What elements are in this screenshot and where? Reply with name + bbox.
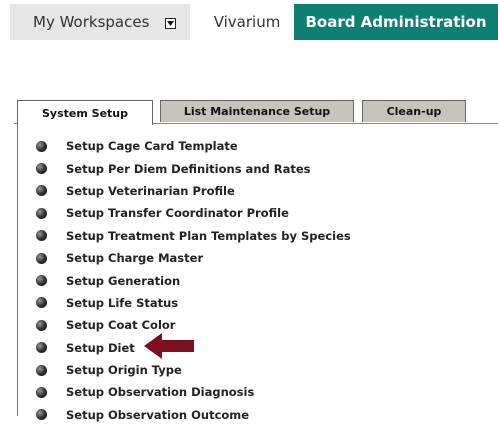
tab-system-setup[interactable]: System Setup <box>17 100 153 125</box>
menu-item-label: Setup Diet <box>66 340 135 355</box>
menu-item-label: Setup Per Diem Definitions and Rates <box>66 161 311 176</box>
my-workspaces-button[interactable]: My Workspaces <box>10 4 190 40</box>
menu-item-label: Setup Origin Type <box>66 363 182 378</box>
bullet-icon <box>36 386 47 398</box>
menu-item-label: Setup Observation Diagnosis <box>66 385 255 400</box>
menu-item-label: Setup Observation Outcome <box>66 407 250 422</box>
panel-border <box>17 124 18 416</box>
menu-item-label: Setup Charge Master <box>66 251 204 266</box>
tab-system-setup-label: System Setup <box>42 106 128 120</box>
menu-item-treatment-plan-templates[interactable]: Setup Treatment Plan Templates by Specie… <box>36 225 351 247</box>
menu-item-label: Setup Coat Color <box>66 318 176 333</box>
bullet-icon <box>36 297 47 309</box>
bullet-icon <box>36 319 47 331</box>
menu-item-transfer-coordinator[interactable]: Setup Transfer Coordinator Profile <box>36 202 351 224</box>
menu-item-cage-card-template[interactable]: Setup Cage Card Template <box>36 135 351 157</box>
menu-item-label: Setup Life Status <box>66 295 179 310</box>
menu-item-label: Setup Cage Card Template <box>66 139 238 154</box>
bullet-icon <box>36 230 47 242</box>
arrow-left-icon <box>144 333 194 359</box>
tab-list-maintenance-setup-label: List Maintenance Setup <box>183 105 331 118</box>
menu-item-origin-type[interactable]: Setup Origin Type <box>36 359 351 381</box>
dropdown-icon[interactable] <box>165 18 176 29</box>
bullet-icon <box>36 185 47 197</box>
top-navigation: My Workspaces Vivarium Board Administrat… <box>0 0 498 40</box>
menu-item-charge-master[interactable]: Setup Charge Master <box>36 247 351 269</box>
menu-item-life-status[interactable]: Setup Life Status <box>36 292 351 314</box>
menu-item-observation-diagnosis[interactable]: Setup Observation Diagnosis <box>36 381 351 403</box>
menu-item-label: Setup Generation <box>66 273 181 288</box>
bullet-icon <box>36 163 47 175</box>
bullet-icon <box>36 409 47 421</box>
menu-item-label: Setup Veterinarian Profile <box>66 183 235 198</box>
board-administration-tab[interactable]: Board Administration <box>294 4 498 40</box>
menu-item-observation-outcome[interactable]: Setup Observation Outcome <box>36 404 351 426</box>
menu-item-label: Setup Treatment Plan Templates by Specie… <box>66 228 351 243</box>
vivarium-tab[interactable]: Vivarium <box>202 4 292 40</box>
setup-menu-list: Setup Cage Card Template Setup Per Diem … <box>36 135 351 426</box>
vivarium-label: Vivarium <box>213 13 281 31</box>
tab-clean-up-label: Clean-up <box>386 105 442 118</box>
tab-clean-up[interactable]: Clean-up <box>362 100 466 122</box>
tab-list-maintenance-setup[interactable]: List Maintenance Setup <box>160 100 354 122</box>
menu-item-generation[interactable]: Setup Generation <box>36 269 351 291</box>
my-workspaces-label: My Workspaces <box>33 13 150 31</box>
board-administration-label: Board Administration <box>305 13 487 31</box>
bullet-icon <box>36 342 47 354</box>
bullet-icon <box>36 275 47 287</box>
menu-item-veterinarian-profile[interactable]: Setup Veterinarian Profile <box>36 180 351 202</box>
bullet-icon <box>36 140 47 152</box>
bullet-icon <box>36 252 47 264</box>
menu-item-per-diem[interactable]: Setup Per Diem Definitions and Rates <box>36 157 351 179</box>
menu-item-label: Setup Transfer Coordinator Profile <box>66 206 289 221</box>
bullet-icon <box>36 207 47 219</box>
bullet-icon <box>36 364 47 376</box>
